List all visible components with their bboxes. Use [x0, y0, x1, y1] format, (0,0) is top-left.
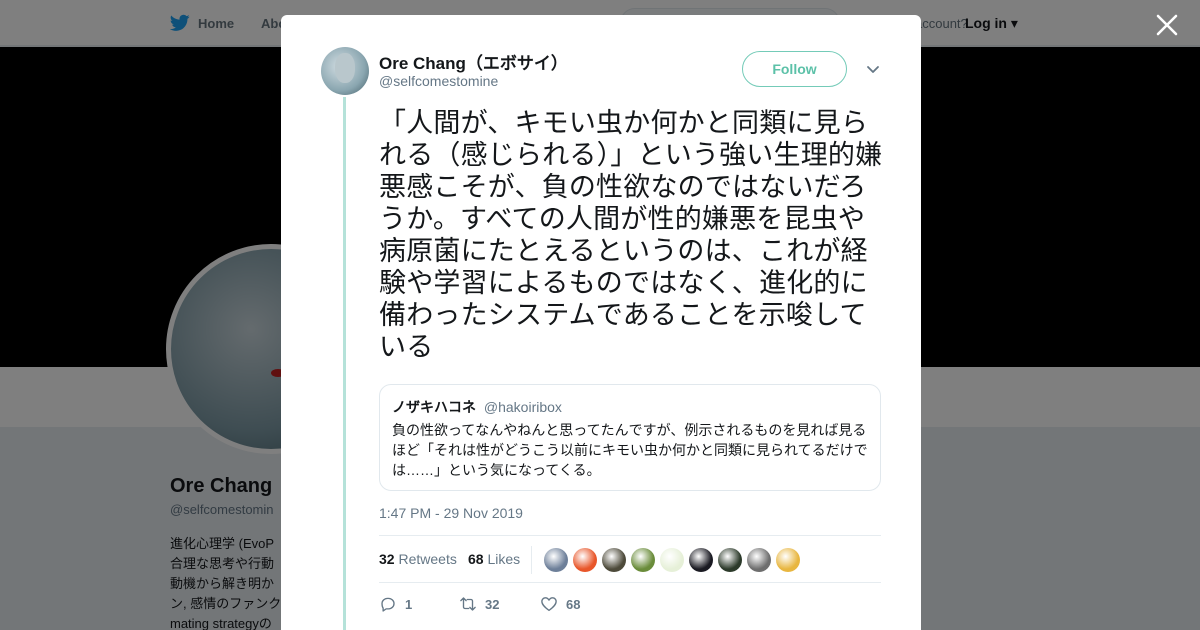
retweet-count: 32 — [485, 596, 500, 612]
likes-label: Likes — [487, 551, 521, 567]
liker-avatar[interactable] — [544, 548, 568, 572]
retweets-stat[interactable]: 32 Retweets — [379, 551, 457, 567]
author-name[interactable]: Ore Chang（エボサイ） — [379, 49, 568, 74]
liker-avatar[interactable] — [776, 548, 800, 572]
quoted-author-handle: @hakoiribox — [483, 399, 562, 415]
stats-divider — [531, 546, 532, 574]
author-handle[interactable]: @selfcomestomine — [379, 73, 498, 89]
retweet-icon — [460, 597, 476, 611]
liker-avatar[interactable] — [631, 548, 655, 572]
reply-action[interactable]: 1 — [379, 595, 412, 613]
reply-icon — [381, 597, 395, 612]
heart-icon — [541, 597, 557, 612]
reply-count: 1 — [405, 596, 413, 612]
liker-avatar[interactable] — [718, 548, 742, 572]
liker-avatar[interactable] — [660, 548, 684, 572]
follow-button[interactable]: Follow — [742, 51, 847, 87]
tweet-timestamp[interactable]: 1:47 PM - 29 Nov 2019 — [379, 505, 523, 521]
tweet-stats: 32 Retweets 68 Likes — [379, 535, 881, 583]
quoted-tweet[interactable]: ノザキハコネ @hakoiribox 負の性欲ってなんやねんと思ってたんですが、… — [379, 384, 881, 491]
author-avatar[interactable] — [321, 47, 369, 95]
likes-stat[interactable]: 68 Likes — [468, 551, 520, 567]
liker-avatar[interactable] — [602, 548, 626, 572]
liker-avatar[interactable] — [747, 548, 771, 572]
tweet-actions: 1 32 68 — [379, 595, 779, 615]
like-count: 68 — [566, 596, 581, 612]
likes-count: 68 — [468, 551, 484, 567]
quoted-author-name: ノザキハコネ — [392, 399, 476, 415]
quoted-tweet-header: ノザキハコネ @hakoiribox — [392, 397, 868, 417]
liker-avatar[interactable] — [689, 548, 713, 572]
retweets-label: Retweets — [398, 551, 457, 567]
thread-line — [343, 97, 346, 630]
retweets-count: 32 — [379, 551, 395, 567]
tweet-text: 「人間が、キモい虫か何かと同類に見られる（感じられる）」という強い生理的嫌悪感こ… — [379, 108, 883, 362]
like-action[interactable]: 68 — [540, 595, 580, 613]
liker-avatars — [544, 548, 800, 572]
chevron-down-icon[interactable] — [865, 61, 881, 77]
close-icon[interactable] — [1154, 12, 1180, 38]
quoted-tweet-text: 負の性欲ってなんやねんと思ってたんですが、例示されるものを見れば見るほど「それは… — [392, 422, 868, 478]
retweet-action[interactable]: 32 — [459, 595, 499, 613]
liker-avatar[interactable] — [573, 548, 597, 572]
tweet-modal: Ore Chang（エボサイ） @selfcomestomine Follow … — [281, 15, 921, 630]
